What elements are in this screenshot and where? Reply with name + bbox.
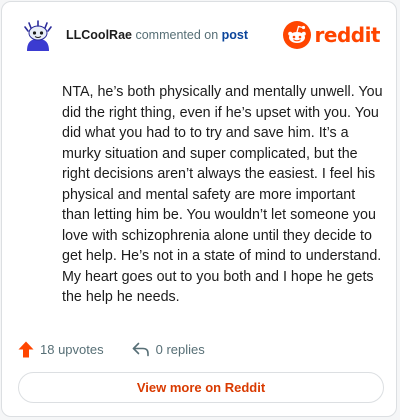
reddit-wordmark: reddit — [314, 23, 381, 47]
upvote-arrow-icon — [18, 341, 34, 357]
reply-arrow-icon — [132, 342, 149, 357]
snoo-avatar-icon[interactable] — [22, 19, 54, 51]
comment-header: LLCoolRae commented on post reddit — [22, 18, 381, 52]
comment-text: NTA, he’s both physically and mentally u… — [62, 84, 383, 305]
comment-embed-card: LLCoolRae commented on post reddit NTA, … — [1, 1, 397, 417]
action-text: commented on — [135, 28, 219, 42]
replies-count: 0 replies — [155, 341, 205, 357]
comment-stats: 18 upvotes 0 replies — [18, 338, 205, 360]
upvotes-stat[interactable]: 18 upvotes — [18, 341, 104, 358]
view-more-button[interactable]: View more on Reddit — [18, 372, 384, 403]
username[interactable]: LLCoolRae — [66, 28, 132, 42]
upvotes-count: 18 upvotes — [40, 341, 104, 357]
replies-stat[interactable]: 0 replies — [132, 341, 205, 357]
reddit-brand[interactable]: reddit — [282, 21, 381, 49]
post-link[interactable]: post — [222, 28, 248, 42]
reddit-logo-icon — [282, 21, 311, 49]
comment-byline: LLCoolRae commented on post — [66, 18, 248, 52]
